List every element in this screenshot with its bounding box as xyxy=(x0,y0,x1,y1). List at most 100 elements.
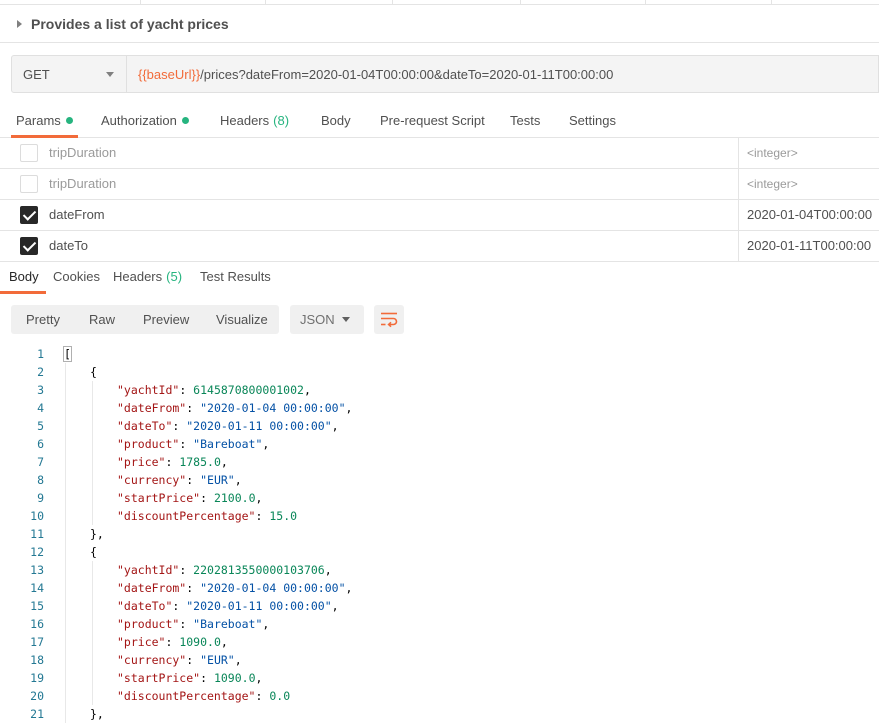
code-line: 1[ xyxy=(0,345,879,363)
json-key: "currency" xyxy=(117,653,187,667)
tab-headers[interactable]: Headers (8) xyxy=(220,105,289,138)
url-variable: {{baseUrl}} xyxy=(138,66,201,82)
tab-settings[interactable]: Settings xyxy=(569,105,616,138)
param-key[interactable]: dateFrom xyxy=(49,200,105,230)
json-string: "2020-01-04 00:00:00" xyxy=(200,581,346,595)
json-key: "discountPercentage" xyxy=(117,689,256,703)
param-key[interactable]: tripDuration xyxy=(49,138,116,168)
view-mode-bar: Pretty Raw Preview Visualize xyxy=(11,305,279,334)
json-key: "dateFrom" xyxy=(117,401,187,415)
chevron-down-icon xyxy=(106,71,114,77)
tab-test-results[interactable]: Test Results xyxy=(200,262,271,294)
format-select[interactable]: JSON xyxy=(290,305,364,334)
wrap-lines-button[interactable] xyxy=(374,305,404,334)
json-number: 2100.0 xyxy=(213,491,256,505)
tab-prerequest-script[interactable]: Pre-request Script xyxy=(380,105,485,138)
json-punctuation: : xyxy=(255,689,270,703)
json-number: 0.0 xyxy=(269,689,291,703)
url-input[interactable]: {{baseUrl}}/prices?dateFrom=2020-01-04T0… xyxy=(127,67,613,82)
json-punctuation: : xyxy=(255,509,270,523)
code-line: 17 "price": 1090.0, xyxy=(0,633,879,651)
line-number: 1 xyxy=(37,347,44,361)
json-key: "dateTo" xyxy=(117,599,173,613)
param-value[interactable]: <integer> xyxy=(738,138,879,168)
code-text: "product": "Bareboat", xyxy=(117,615,269,633)
tab-cookies[interactable]: Cookies xyxy=(53,262,100,294)
code-text: "discountPercentage": 0.0 xyxy=(117,687,290,705)
method-select[interactable]: GET xyxy=(12,56,127,92)
param-checkbox[interactable] xyxy=(20,144,38,162)
line-number: 3 xyxy=(37,383,44,397)
line-number: 15 xyxy=(30,599,44,613)
code-line: 12 { xyxy=(0,543,879,561)
indent-guide xyxy=(65,489,66,507)
json-key: "dateTo" xyxy=(117,419,173,433)
code-text: [ xyxy=(63,345,72,363)
view-preview-button[interactable]: Preview xyxy=(143,305,189,334)
code-line: 20 "discountPercentage": 0.0 xyxy=(0,687,879,705)
json-punctuation: , xyxy=(331,419,339,433)
json-string: "2020-01-11 00:00:00" xyxy=(186,419,332,433)
json-punctuation: }, xyxy=(90,527,104,541)
tab-response-body[interactable]: Body xyxy=(0,262,46,294)
response-body-editor[interactable]: 1[2{3 "yachtId": 6145870800001002, 4 "dateF… xyxy=(0,344,879,725)
param-row: tripDuration <integer> xyxy=(0,138,879,169)
json-string: "2020-01-11 00:00:00" xyxy=(186,599,332,613)
json-key: "currency" xyxy=(117,473,187,487)
param-value[interactable]: 2020-01-04T00:00:00 xyxy=(738,200,879,230)
code-line: 13 "yachtId": 2202813550000103706, xyxy=(0,561,879,579)
format-label: JSON xyxy=(300,312,335,327)
view-raw-button[interactable]: Raw xyxy=(89,305,115,334)
view-visualize-button[interactable]: Visualize xyxy=(216,305,268,334)
code-text: "yachtId": 6145870800001002, xyxy=(117,381,311,399)
json-punctuation: : xyxy=(165,455,180,469)
tab-authorization[interactable]: Authorization xyxy=(101,105,189,138)
json-punctuation: , xyxy=(345,401,353,415)
code-line: 18 "currency": "EUR", xyxy=(0,651,879,669)
code-text: "discountPercentage": 15.0 xyxy=(117,507,297,525)
code-text: { xyxy=(90,363,97,381)
param-checkbox[interactable] xyxy=(20,206,38,224)
code-text: "startPrice": 2100.0, xyxy=(117,489,262,507)
indent-guide xyxy=(65,363,66,381)
code-line: 11}, xyxy=(0,525,879,543)
code-line: 10 "discountPercentage": 15.0 xyxy=(0,507,879,525)
json-punctuation: { xyxy=(90,545,97,559)
method-label: GET xyxy=(23,66,50,82)
json-punctuation: : xyxy=(200,491,214,505)
param-value[interactable]: 2020-01-11T00:00:00 xyxy=(738,231,879,261)
indent-guide xyxy=(92,507,93,525)
json-punctuation: { xyxy=(90,365,97,379)
tab-body[interactable]: Body xyxy=(321,105,351,138)
json-punctuation: , xyxy=(234,653,242,667)
indent-guide xyxy=(65,561,66,579)
code-line: 6 "product": "Bareboat", xyxy=(0,435,879,453)
param-row: dateTo 2020-01-11T00:00:00 xyxy=(0,231,879,262)
json-key: "product" xyxy=(117,617,180,631)
param-key[interactable]: dateTo xyxy=(49,231,88,261)
code-text: "startPrice": 1090.0, xyxy=(117,669,262,687)
json-punctuation: : xyxy=(186,581,201,595)
json-key: "product" xyxy=(117,437,180,451)
json-punctuation: , xyxy=(234,473,242,487)
json-punctuation: , xyxy=(220,635,228,649)
indent-guide xyxy=(65,633,66,651)
param-key[interactable]: tripDuration xyxy=(49,169,116,199)
param-checkbox[interactable] xyxy=(20,237,38,255)
request-title-row[interactable]: Provides a list of yacht prices xyxy=(0,5,879,43)
json-punctuation: : xyxy=(200,671,214,685)
param-value[interactable]: <integer> xyxy=(738,169,879,199)
indent-guide xyxy=(92,669,93,687)
json-punctuation: }, xyxy=(90,707,104,721)
json-punctuation: , xyxy=(331,599,339,613)
indent-guide xyxy=(92,597,93,615)
tab-response-headers[interactable]: Headers (5) xyxy=(113,262,182,294)
tab-params[interactable]: Params xyxy=(11,105,78,138)
indent-guide xyxy=(92,615,93,633)
param-checkbox[interactable] xyxy=(20,175,38,193)
caret-right-icon[interactable] xyxy=(17,19,22,28)
code-line: 21}, xyxy=(0,705,879,723)
response-tabs: Body Cookies Headers (5) Test Results xyxy=(0,262,879,294)
tab-tests[interactable]: Tests xyxy=(510,105,540,138)
view-pretty-button[interactable]: Pretty xyxy=(26,305,60,334)
